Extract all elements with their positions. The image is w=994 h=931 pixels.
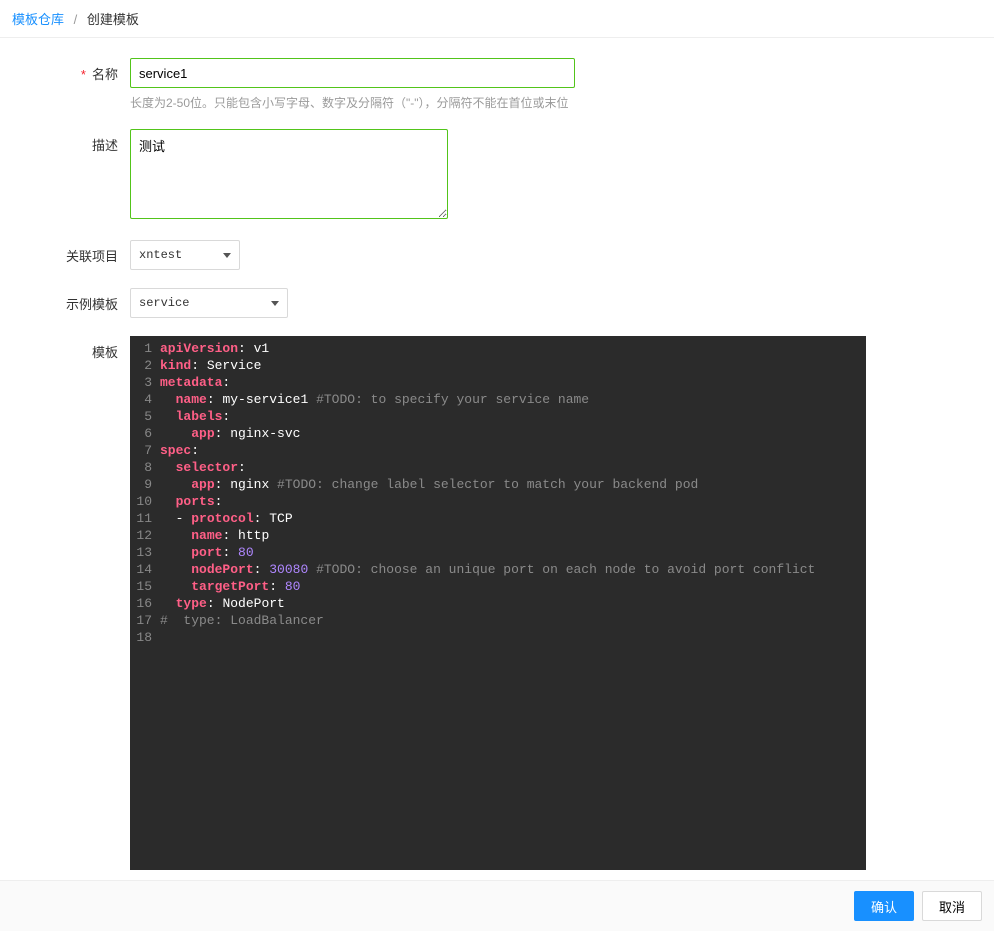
ok-button[interactable]: 确认 xyxy=(854,891,914,921)
line-number: 18 xyxy=(130,629,160,646)
project-select[interactable]: xntest xyxy=(130,240,240,270)
label-project-text: 关联项目 xyxy=(66,249,118,264)
chevron-down-icon xyxy=(223,253,231,258)
line-code[interactable]: targetPort: 80 xyxy=(160,578,866,595)
line-number: 16 xyxy=(130,595,160,612)
required-mark: * xyxy=(81,67,86,82)
chevron-down-icon xyxy=(271,301,279,306)
form-area: * 名称 长度为2-50位。只能包含小写字母、数字及分隔符（"-"），分隔符不能在… xyxy=(0,38,994,880)
label-name-text: 名称 xyxy=(92,67,118,82)
line-code[interactable]: apiVersion: v1 xyxy=(160,340,866,357)
line-code[interactable]: app: nginx #TODO: change label selector … xyxy=(160,476,866,493)
line-code[interactable]: kind: Service xyxy=(160,357,866,374)
line-number: 5 xyxy=(130,408,160,425)
line-code[interactable]: nodePort: 30080 #TODO: choose an unique … xyxy=(160,561,866,578)
code-line[interactable]: 18 xyxy=(130,629,866,646)
line-number: 2 xyxy=(130,357,160,374)
line-code[interactable]: - protocol: TCP xyxy=(160,510,866,527)
line-code[interactable]: app: nginx-svc xyxy=(160,425,866,442)
breadcrumb-separator: / xyxy=(74,12,78,27)
line-number: 10 xyxy=(130,493,160,510)
breadcrumb-current: 创建模板 xyxy=(87,12,139,27)
line-code[interactable]: spec: xyxy=(160,442,866,459)
label-template-text: 模板 xyxy=(92,345,118,360)
line-code[interactable]: labels: xyxy=(160,408,866,425)
line-code[interactable]: selector: xyxy=(160,459,866,476)
line-code[interactable]: name: my-service1 #TODO: to specify your… xyxy=(160,391,866,408)
name-hint: 长度为2-50位。只能包含小写字母、数字及分隔符（"-"），分隔符不能在首位或末… xyxy=(130,94,575,111)
name-input[interactable] xyxy=(130,58,575,88)
line-number: 17 xyxy=(130,612,160,629)
line-number: 3 xyxy=(130,374,160,391)
code-line[interactable]: 10 ports: xyxy=(130,493,866,510)
row-name: * 名称 长度为2-50位。只能包含小写字母、数字及分隔符（"-"），分隔符不能在… xyxy=(0,58,994,111)
label-example: 示例模板 xyxy=(0,288,130,313)
code-line[interactable]: 6 app: nginx-svc xyxy=(130,425,866,442)
line-number: 11 xyxy=(130,510,160,527)
label-example-text: 示例模板 xyxy=(66,297,118,312)
line-number: 14 xyxy=(130,561,160,578)
row-template: 模板 1apiVersion: v12kind: Service3metadat… xyxy=(0,336,994,870)
line-number: 13 xyxy=(130,544,160,561)
line-number: 7 xyxy=(130,442,160,459)
code-line[interactable]: 8 selector: xyxy=(130,459,866,476)
breadcrumb: 模板仓库 / 创建模板 xyxy=(0,0,994,38)
code-line[interactable]: 16 type: NodePort xyxy=(130,595,866,612)
code-line[interactable]: 17# type: LoadBalancer xyxy=(130,612,866,629)
breadcrumb-root-link[interactable]: 模板仓库 xyxy=(12,12,64,27)
line-number: 9 xyxy=(130,476,160,493)
cancel-button[interactable]: 取消 xyxy=(922,891,982,921)
label-project: 关联项目 xyxy=(0,240,130,265)
line-code[interactable]: type: NodePort xyxy=(160,595,866,612)
code-line[interactable]: 1apiVersion: v1 xyxy=(130,340,866,357)
code-line[interactable]: 15 targetPort: 80 xyxy=(130,578,866,595)
code-line[interactable]: 12 name: http xyxy=(130,527,866,544)
footer-bar: 确认 取消 xyxy=(0,880,994,931)
desc-input[interactable] xyxy=(130,129,448,219)
line-number: 4 xyxy=(130,391,160,408)
code-line[interactable]: 13 port: 80 xyxy=(130,544,866,561)
label-template: 模板 xyxy=(0,336,130,361)
line-code[interactable]: name: http xyxy=(160,527,866,544)
label-desc-text: 描述 xyxy=(92,138,118,153)
label-name: * 名称 xyxy=(0,58,130,83)
line-code[interactable]: port: 80 xyxy=(160,544,866,561)
code-line[interactable]: 7spec: xyxy=(130,442,866,459)
project-select-value: xntest xyxy=(139,248,182,262)
example-select-value: service xyxy=(139,296,189,310)
line-number: 12 xyxy=(130,527,160,544)
line-code[interactable]: # type: LoadBalancer xyxy=(160,612,866,629)
line-number: 8 xyxy=(130,459,160,476)
code-line[interactable]: 9 app: nginx #TODO: change label selecto… xyxy=(130,476,866,493)
row-example: 示例模板 service xyxy=(0,288,994,318)
code-line[interactable]: 11 - protocol: TCP xyxy=(130,510,866,527)
code-line[interactable]: 2kind: Service xyxy=(130,357,866,374)
code-line[interactable]: 5 labels: xyxy=(130,408,866,425)
line-number: 6 xyxy=(130,425,160,442)
code-line[interactable]: 4 name: my-service1 #TODO: to specify yo… xyxy=(130,391,866,408)
label-desc: 描述 xyxy=(0,129,130,154)
code-line[interactable]: 3metadata: xyxy=(130,374,866,391)
line-number: 1 xyxy=(130,340,160,357)
code-line[interactable]: 14 nodePort: 30080 #TODO: choose an uniq… xyxy=(130,561,866,578)
line-code[interactable]: ports: xyxy=(160,493,866,510)
code-editor[interactable]: 1apiVersion: v12kind: Service3metadata:4… xyxy=(130,336,866,870)
row-desc: 描述 xyxy=(0,129,994,222)
line-code[interactable]: metadata: xyxy=(160,374,866,391)
line-code[interactable] xyxy=(160,629,866,646)
line-number: 15 xyxy=(130,578,160,595)
row-project: 关联项目 xntest xyxy=(0,240,994,270)
example-select[interactable]: service xyxy=(130,288,288,318)
